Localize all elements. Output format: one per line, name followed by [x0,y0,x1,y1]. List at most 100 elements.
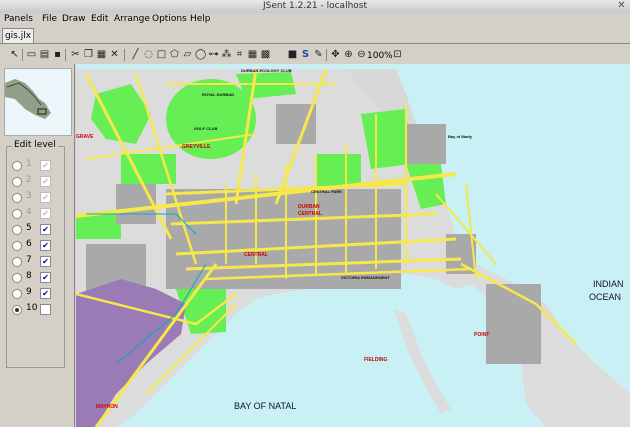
rect-tool-icon[interactable]: □ [156,49,167,60]
edit-level-checkbox-6[interactable]: ✔ [40,240,51,251]
label-ocean-2: OCEAN [589,292,622,302]
menu-arrange[interactable]: Arrange [114,14,150,24]
park-west [76,214,121,239]
label-golf-club: GOLF CLUB [194,126,218,131]
parallelogram-tool-icon[interactable]: ▱ [182,49,193,60]
edit-level-legend: Edit level [12,140,58,150]
edit-level-number: 9 [26,287,32,297]
menu-panels[interactable]: Panels [4,14,33,24]
label-durban-central: DURBAN [298,204,320,210]
toolbar-separator [326,49,327,61]
bezier-tool-icon[interactable]: ◌ [143,49,154,60]
toolbar-separator [22,49,23,61]
line-tool-icon[interactable]: ╱ [130,49,141,60]
zoom-out-icon[interactable]: ⊖ [356,49,367,60]
label-ocean-1: INDIAN [593,279,624,289]
edit-level-radio-1 [12,161,22,171]
save-icon[interactable]: ▪ [52,49,63,60]
zoom-fit-icon[interactable]: ⊡ [392,49,403,60]
menu-bar: Panels File Draw Edit Arrange Options He… [0,13,630,27]
edit-level-number: 7 [26,255,32,265]
edit-level-row-2: 2 ✔ [12,175,62,189]
image-tool-icon[interactable]: ▩ [260,49,271,60]
edit-level-radio-9[interactable] [12,289,22,299]
ellipse-tool-icon[interactable]: ◯ [195,49,206,60]
edit-level-row-6: 6 ✔ [12,239,62,253]
zoom-level: 100% [367,51,393,61]
edit-level-number: 8 [26,271,32,281]
edit-level-checkbox-7[interactable]: ✔ [40,256,51,267]
node-tool-icon[interactable]: ⁂ [221,49,232,60]
new-file-icon[interactable]: ▭ [26,49,37,60]
edit-level-radio-8[interactable] [12,273,22,283]
edit-level-checkbox-8[interactable]: ✔ [40,272,51,283]
label-durban-ecology: DURBAN ECOLOGY CLUB [241,68,292,73]
close-icon[interactable]: ✕ [616,0,627,11]
edit-level-checkbox-3: ✔ [40,192,51,203]
edit-level-radio-10[interactable] [12,305,22,315]
edit-level-row-7: 7 ✔ [12,255,62,269]
overview-map-image [5,69,71,135]
edit-level-number: 1 [26,159,32,169]
tab-strip: gis.jlx [0,27,630,44]
connector-tool-icon[interactable]: ⊶ [208,49,219,60]
side-panel: Edit level 1 ✔ 2 ✔ 3 ✔ 4 ✔ 5 ✔ 6 ✔ 7 ✔ 8 ✔ 9 ✔ 10 [0,64,75,427]
script-icon[interactable]: S [300,49,311,60]
label-durban-central-2: CENTRAL [298,211,322,217]
edit-level-number: 6 [26,239,32,249]
label-victoria-embankment: VICTORIA EMBANKMENT [341,275,390,280]
edit-level-radio-7[interactable] [12,257,22,267]
map-overview[interactable] [4,68,72,136]
menu-edit[interactable]: Edit [91,14,108,24]
fill-color-icon[interactable] [274,49,285,60]
delete-icon[interactable]: ✕ [109,49,120,60]
label-fielding: FIELDING [364,357,388,363]
table-tool-icon[interactable]: ▦ [247,49,258,60]
edit-level-radio-5[interactable] [12,225,22,235]
title-bar: JSent 1.2.21 - localhost ✕ [0,0,630,14]
edit-level-row-9: 9 ✔ [12,287,62,301]
park-medwood [316,154,361,186]
edit-level-radio-6[interactable] [12,241,22,251]
copy-icon[interactable]: ❐ [83,49,94,60]
polygon-tool-icon[interactable]: ⬠ [169,49,180,60]
edit-level-number: 5 [26,223,32,233]
edit-level-number: 4 [26,207,32,217]
edit-level-row-10: 10 [12,303,62,317]
edit-pencil-icon[interactable]: ✎ [313,49,324,60]
shape-fill-icon[interactable]: ■ [287,49,298,60]
menu-options[interactable]: Options [152,14,187,24]
pointer-icon[interactable]: ↖ [9,49,20,60]
edit-level-checkbox-1: ✔ [40,160,51,171]
menu-draw[interactable]: Draw [62,14,86,24]
city-map[interactable] [76,64,630,427]
edit-level-row-1: 1 ✔ [12,159,62,173]
pan-icon[interactable]: ✥ [330,49,341,60]
open-folder-icon[interactable]: ▤ [39,49,50,60]
paste-icon[interactable]: ▦ [96,49,107,60]
menu-help[interactable]: Help [190,14,211,24]
edit-level-row-5: 5 ✔ [12,223,62,237]
label-point: POINT [474,332,490,338]
edit-level-row-4: 4 ✔ [12,207,62,221]
window-title: JSent 1.2.21 - localhost [263,1,367,11]
tab-gis[interactable]: gis.jlx [2,28,34,43]
label-central: CENTRAL [244,252,268,258]
label-bay-of-marty: Bay of Marty [448,134,473,139]
edit-level-checkbox-9[interactable]: ✔ [40,288,51,299]
edit-level-row-3: 3 ✔ [12,191,62,205]
map-canvas[interactable]: BAY OF NATAL INDIAN OCEAN GREYVILLE DURB… [76,64,630,427]
label-central-park: CENTRAL PARK [311,189,343,194]
label-grave: GRAVE [76,134,94,140]
menu-file[interactable]: File [42,14,57,24]
grid-tool-icon[interactable]: ⌗ [234,49,245,60]
edit-level-row-8: 8 ✔ [12,271,62,285]
label-bay: BAY OF NATAL [234,401,297,411]
edit-level-checkbox-10[interactable] [40,304,51,315]
label-mayron: MAYRON [96,404,118,410]
cut-icon[interactable]: ✂ [70,49,81,60]
label-royal-durban: ROYAL DURBAN [202,92,235,97]
edit-level-checkbox-4: ✔ [40,208,51,219]
edit-level-checkbox-5[interactable]: ✔ [40,224,51,235]
zoom-in-icon[interactable]: ⊕ [343,49,354,60]
